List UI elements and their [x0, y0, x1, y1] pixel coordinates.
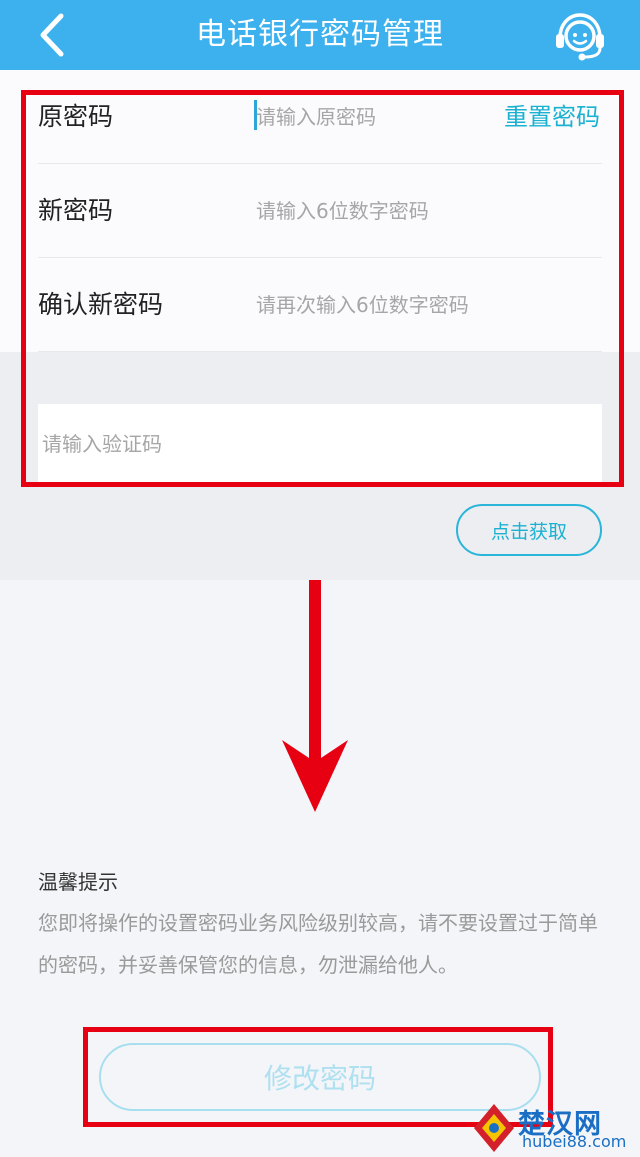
old-password-input[interactable] — [256, 98, 506, 136]
down-arrow-icon — [282, 580, 348, 812]
new-password-input[interactable] — [256, 192, 506, 230]
tips-text: 您即将操作的设置密码业务风险级别较高，请不要设置过于简单的密码，并妥善保管您的信… — [38, 911, 598, 977]
reset-password-link[interactable]: 重置密码 — [504, 70, 600, 164]
old-password-label: 原密码 — [38, 102, 114, 131]
tips-title: 温馨提示 — [38, 870, 118, 894]
watermark: 楚汉网 hubei88.com — [470, 1100, 638, 1156]
watermark-url: hubei88.com — [522, 1132, 627, 1151]
get-code-button[interactable]: 点击获取 — [456, 504, 602, 556]
password-form: 原密码 重置密码 新密码 确认新密码 — [0, 70, 640, 352]
new-password-label: 新密码 — [38, 196, 114, 225]
chevron-left-icon — [40, 13, 64, 57]
customer-service-icon — [556, 13, 604, 61]
confirm-password-row: 确认新密码 — [38, 258, 602, 352]
confirm-password-input[interactable] — [256, 286, 506, 324]
verification-code-input[interactable] — [42, 424, 442, 464]
new-password-row: 新密码 — [38, 164, 602, 258]
verification-section: 点击获取 — [0, 352, 640, 580]
old-password-row: 原密码 重置密码 — [38, 70, 602, 164]
confirm-password-label: 确认新密码 — [38, 290, 164, 319]
verification-box — [38, 404, 602, 486]
customer-service-button[interactable] — [552, 8, 608, 64]
header-bar: 电话银行密码管理 — [0, 0, 640, 70]
back-button[interactable] — [30, 8, 80, 62]
page-title: 电话银行密码管理 — [196, 17, 444, 52]
watermark-logo-icon — [474, 1104, 514, 1152]
